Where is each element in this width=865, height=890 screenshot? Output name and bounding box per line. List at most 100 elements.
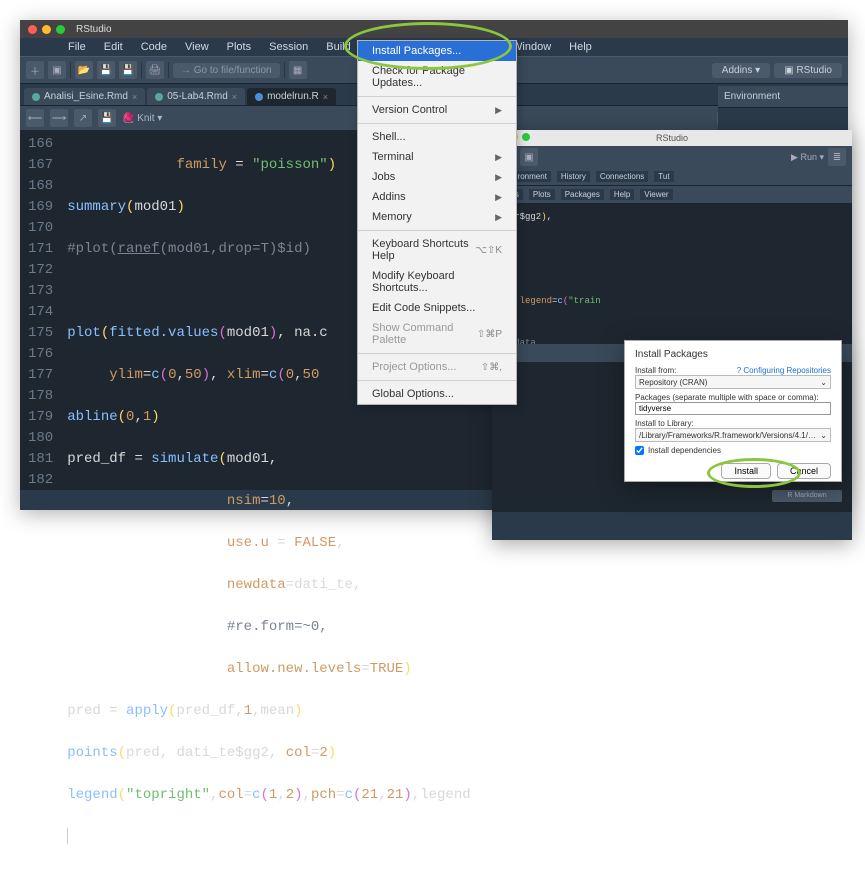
tab-environment[interactable]: Environment [724, 91, 780, 102]
library-label: Install to Library: [635, 419, 694, 428]
print-icon[interactable]: 🖨 [146, 61, 164, 79]
menu-help[interactable]: Help [569, 41, 592, 53]
environment-pane-tabs: Environment [718, 86, 848, 108]
tab-help[interactable]: Help [610, 189, 634, 200]
line-numbers: 166 167 168 169 170 171 172 173 174 175 … [20, 130, 67, 490]
packages-input[interactable] [635, 402, 831, 415]
tab-analisi-esine[interactable]: Analisi_Esine.Rmd× [24, 88, 145, 105]
tools-menu: Install Packages... Check for Package Up… [357, 40, 517, 405]
forward-icon[interactable]: ⟶ [50, 109, 68, 127]
menu-build[interactable]: Build [326, 41, 350, 53]
second-files-tabs: Files Plots Packages Help Viewer [492, 186, 852, 204]
tab-05-lab4[interactable]: 05-Lab4.Rmd× [147, 88, 245, 105]
zoom-window-icon[interactable] [522, 133, 530, 141]
install-packages-dialog: Install Packages Install from: ? Configu… [624, 340, 842, 482]
menu-session[interactable]: Session [269, 41, 308, 53]
chevron-right-icon: ▶ [495, 212, 502, 223]
titlebar: RStudio [20, 20, 848, 38]
tab-packages[interactable]: Packages [561, 189, 604, 200]
menu-file[interactable]: File [68, 41, 86, 53]
chevron-right-icon: ▶ [495, 152, 502, 163]
tab-history[interactable]: History [557, 171, 590, 182]
menu-project-options[interactable]: Project Options...⇧⌘, [358, 357, 516, 377]
menu-terminal[interactable]: Terminal▶ [358, 147, 516, 167]
second-env-tabs: Environment History Connections Tut [492, 168, 852, 186]
separator [358, 123, 516, 124]
icon[interactable]: ≣ [828, 148, 846, 166]
icon[interactable]: ▣ [520, 148, 538, 166]
project-button[interactable]: ▣ RStudio [774, 63, 842, 78]
close-icon[interactable]: × [232, 92, 237, 102]
menu-keyboard-shortcuts-help[interactable]: Keyboard Shortcuts Help⌥⇧K [358, 234, 516, 266]
install-deps-checkbox[interactable]: Install dependencies [635, 446, 831, 455]
separator [168, 62, 169, 78]
show-in-new-window-icon[interactable]: ↗ [74, 109, 92, 127]
menu-shell[interactable]: Shell... [358, 127, 516, 147]
menu-addins[interactable]: Addins▶ [358, 187, 516, 207]
menu-version-control[interactable]: Version Control▶ [358, 100, 516, 120]
back-icon[interactable]: ⟵ [26, 109, 44, 127]
tab-tutorial[interactable]: Tut [654, 171, 673, 182]
save-icon[interactable]: 💾 [98, 109, 116, 127]
goto-file-input[interactable]: → Go to file/function [173, 63, 280, 78]
zoom-window-icon[interactable] [56, 25, 65, 34]
install-button[interactable]: Install [721, 463, 771, 479]
separator [141, 62, 142, 78]
new-file-icon[interactable]: ＋ [26, 61, 44, 79]
menu-window[interactable]: Window [512, 41, 551, 53]
second-code-view[interactable]: i_tr$gg2), UE) 21),legend=c("train NG da… [492, 204, 852, 344]
grid-icon[interactable]: ▦ [289, 61, 307, 79]
separator [358, 380, 516, 381]
addins-button[interactable]: Addins ▾ [712, 63, 770, 78]
chevron-down-icon: ⌄ [820, 431, 827, 440]
menu-memory[interactable]: Memory▶ [358, 207, 516, 227]
new-project-icon[interactable]: ▣ [48, 61, 66, 79]
menu-global-options[interactable]: Global Options... [358, 384, 516, 404]
open-file-icon[interactable]: 📂 [75, 61, 93, 79]
menu-check-updates[interactable]: Check for Package Updates... [358, 61, 516, 93]
library-select[interactable]: /Library/Frameworks/R.framework/Versions… [635, 428, 831, 442]
rmd-icon [155, 93, 163, 101]
run-button[interactable]: ▶ Run ▾ [791, 152, 824, 163]
menu-modify-shortcuts[interactable]: Modify Keyboard Shortcuts... [358, 266, 516, 298]
chevron-right-icon: ▶ [495, 105, 502, 116]
save-icon[interactable]: 💾 [97, 61, 115, 79]
separator [358, 230, 516, 231]
window-title: RStudio [656, 133, 688, 143]
rmarkdown-badge[interactable]: R Markdown [772, 490, 842, 502]
second-toolbar: ▣ ▣ ▶ Run ▾ ≣ [492, 146, 852, 168]
close-window-icon[interactable] [28, 25, 37, 34]
app-title: RStudio [76, 24, 112, 35]
install-from-select[interactable]: Repository (CRAN)⌄ [635, 375, 831, 389]
menu-view[interactable]: View [185, 41, 209, 53]
menu-edit-snippets[interactable]: Edit Code Snippets... [358, 298, 516, 318]
checkbox-icon[interactable] [635, 446, 644, 455]
separator [358, 353, 516, 354]
menu-command-palette[interactable]: Show Command Palette⇧⌘P [358, 318, 516, 350]
save-all-icon[interactable]: 💾 [119, 61, 137, 79]
menu-code[interactable]: Code [141, 41, 167, 53]
menu-install-packages[interactable]: Install Packages... [358, 41, 516, 61]
chevron-down-icon: ⌄ [820, 378, 827, 387]
knit-button[interactable]: 🧶 Knit ▾ [122, 113, 162, 124]
packages-label: Packages (separate multiple with space o… [635, 393, 819, 402]
configuring-repos-link[interactable]: ? Configuring Repositories [737, 366, 831, 375]
separator [358, 96, 516, 97]
cancel-button[interactable]: Cancel [777, 463, 831, 479]
tab-modelrun[interactable]: modelrun.R× [247, 88, 336, 105]
r-icon [255, 93, 263, 101]
chevron-right-icon: ▶ [495, 172, 502, 183]
close-icon[interactable]: × [323, 92, 328, 102]
separator [70, 62, 71, 78]
separator [284, 62, 285, 78]
close-icon[interactable]: × [132, 92, 137, 102]
menu-plots[interactable]: Plots [227, 41, 251, 53]
menu-edit[interactable]: Edit [104, 41, 123, 53]
titlebar: RStudio [492, 130, 852, 146]
chevron-right-icon: ▶ [495, 192, 502, 203]
tab-connections[interactable]: Connections [596, 171, 648, 182]
menu-jobs[interactable]: Jobs▶ [358, 167, 516, 187]
tab-plots[interactable]: Plots [529, 189, 555, 200]
tab-viewer[interactable]: Viewer [640, 189, 672, 200]
minimize-window-icon[interactable] [42, 25, 51, 34]
